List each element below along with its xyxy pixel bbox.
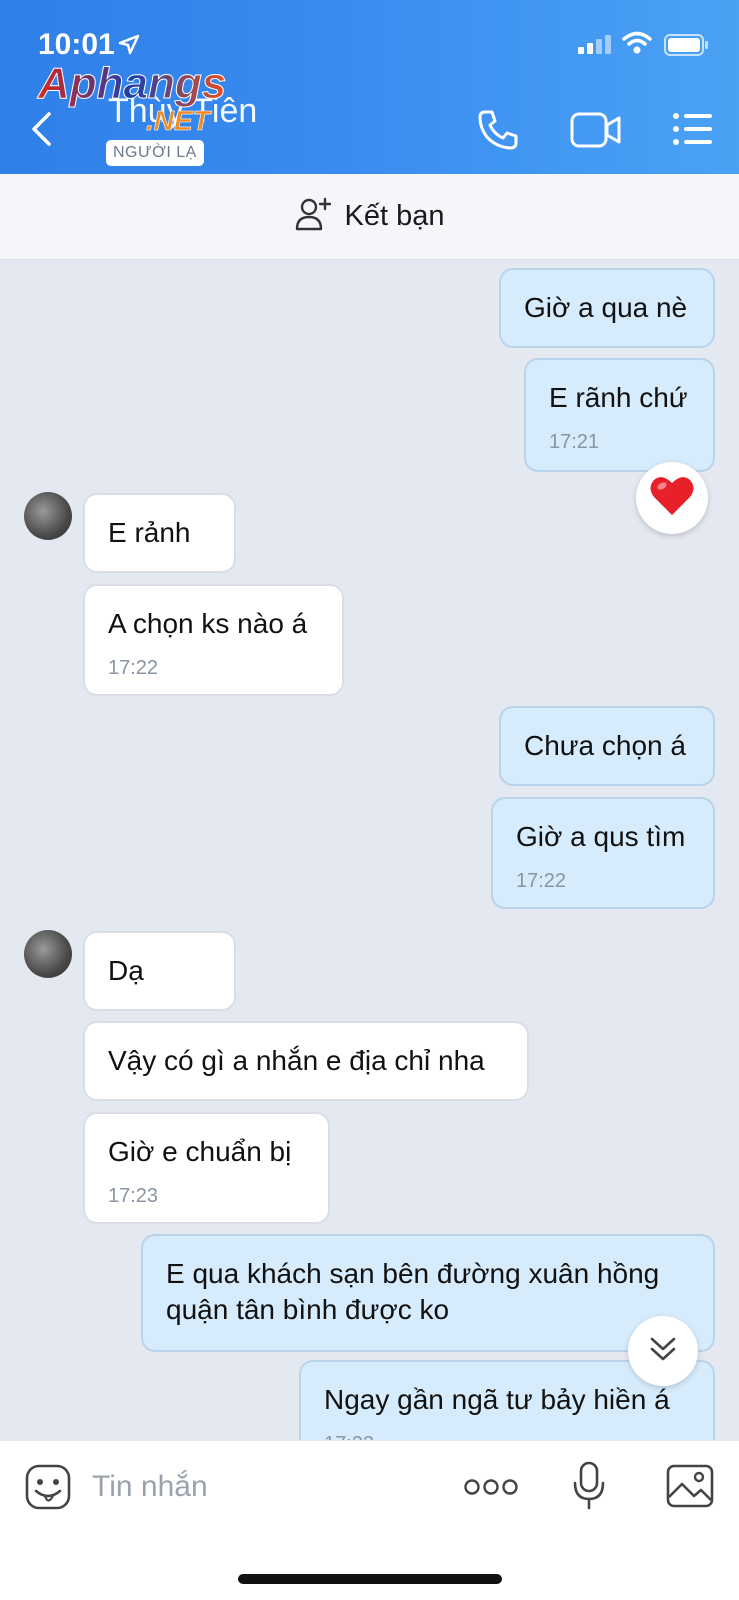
message-bubble-received[interactable]: Giờ e chuẩn bị 17:23 — [83, 1112, 330, 1224]
menu-list-icon[interactable] — [672, 112, 714, 151]
message-text: Chưa chọn á — [524, 730, 686, 761]
svg-text:Aphangs: Aphangs — [37, 59, 226, 108]
watermark-logo: Aphangs .NET — [36, 58, 261, 138]
scroll-to-bottom-button[interactable] — [628, 1316, 698, 1386]
message-bubble-sent[interactable]: E qua khách sạn bên đường xuân hồng quận… — [141, 1234, 715, 1352]
message-text: Vậy có gì a nhắn e địa chỉ nha — [108, 1045, 485, 1076]
message-bubble-sent[interactable]: Chưa chọn á — [499, 706, 715, 786]
location-arrow-icon — [118, 34, 140, 61]
double-chevron-down-icon — [648, 1334, 678, 1369]
message-bubble-received[interactable]: E rảnh — [83, 493, 236, 573]
status-time: 10:01 — [38, 28, 115, 61]
message-text: Giờ a qus tìm — [516, 821, 686, 852]
message-bubble-received[interactable]: Vậy có gì a nhắn e địa chỉ nha — [83, 1021, 529, 1101]
message-time: 17:23 — [108, 1185, 159, 1207]
message-text: Giờ a qua nè — [524, 292, 688, 323]
message-text: E qua khách sạn bên đường xuân hồng quận… — [166, 1258, 660, 1325]
video-call-icon[interactable] — [570, 110, 622, 155]
message-bubble-sent[interactable]: Giờ a qus tìm 17:22 — [491, 797, 715, 909]
message-time: 17:22 — [516, 870, 567, 892]
message-text: Giờ e chuẩn bị — [108, 1136, 292, 1167]
microphone-icon[interactable] — [572, 1461, 606, 1516]
more-options-icon[interactable] — [464, 1477, 518, 1502]
heart-reaction-button[interactable] — [636, 462, 708, 534]
add-friend-button[interactable]: Kết bạn — [0, 174, 739, 260]
message-time: 17:21 — [549, 431, 600, 453]
message-time: 17:22 — [108, 657, 159, 679]
message-bubble-sent[interactable]: Giờ a qua nè — [499, 268, 715, 348]
add-friend-label: Kết bạn — [344, 200, 445, 232]
image-gallery-icon[interactable] — [666, 1463, 714, 1514]
contact-avatar[interactable] — [24, 930, 72, 978]
contact-avatar[interactable] — [24, 492, 72, 540]
message-text: Dạ — [108, 955, 144, 986]
stranger-badge: NGƯỜI LẠ — [106, 140, 204, 166]
message-bubble-received[interactable]: Dạ — [83, 931, 236, 1011]
message-bubble-received[interactable]: A chọn ks nào á 17:22 — [83, 584, 344, 696]
message-text: E rãnh chứ — [549, 382, 688, 413]
message-text: E rảnh — [108, 517, 191, 548]
wifi-icon — [622, 31, 652, 60]
sticker-emoji-icon[interactable] — [24, 1463, 72, 1516]
heart-icon — [649, 475, 695, 522]
message-input[interactable] — [92, 1465, 432, 1509]
home-indicator — [238, 1574, 502, 1584]
add-person-icon — [295, 197, 331, 236]
message-bubble-sent[interactable]: E rãnh chứ 17:21 — [524, 358, 715, 472]
cellular-signal-icon — [578, 34, 614, 59]
battery-icon — [664, 34, 710, 61]
svg-text:.NET: .NET — [146, 105, 213, 136]
message-text: A chọn ks nào á — [108, 608, 308, 639]
phone-call-icon[interactable] — [476, 108, 520, 157]
chat-header: 10:01 Thùy Tiên NGƯỜI LẠ Aphangs .NET — [0, 0, 739, 174]
